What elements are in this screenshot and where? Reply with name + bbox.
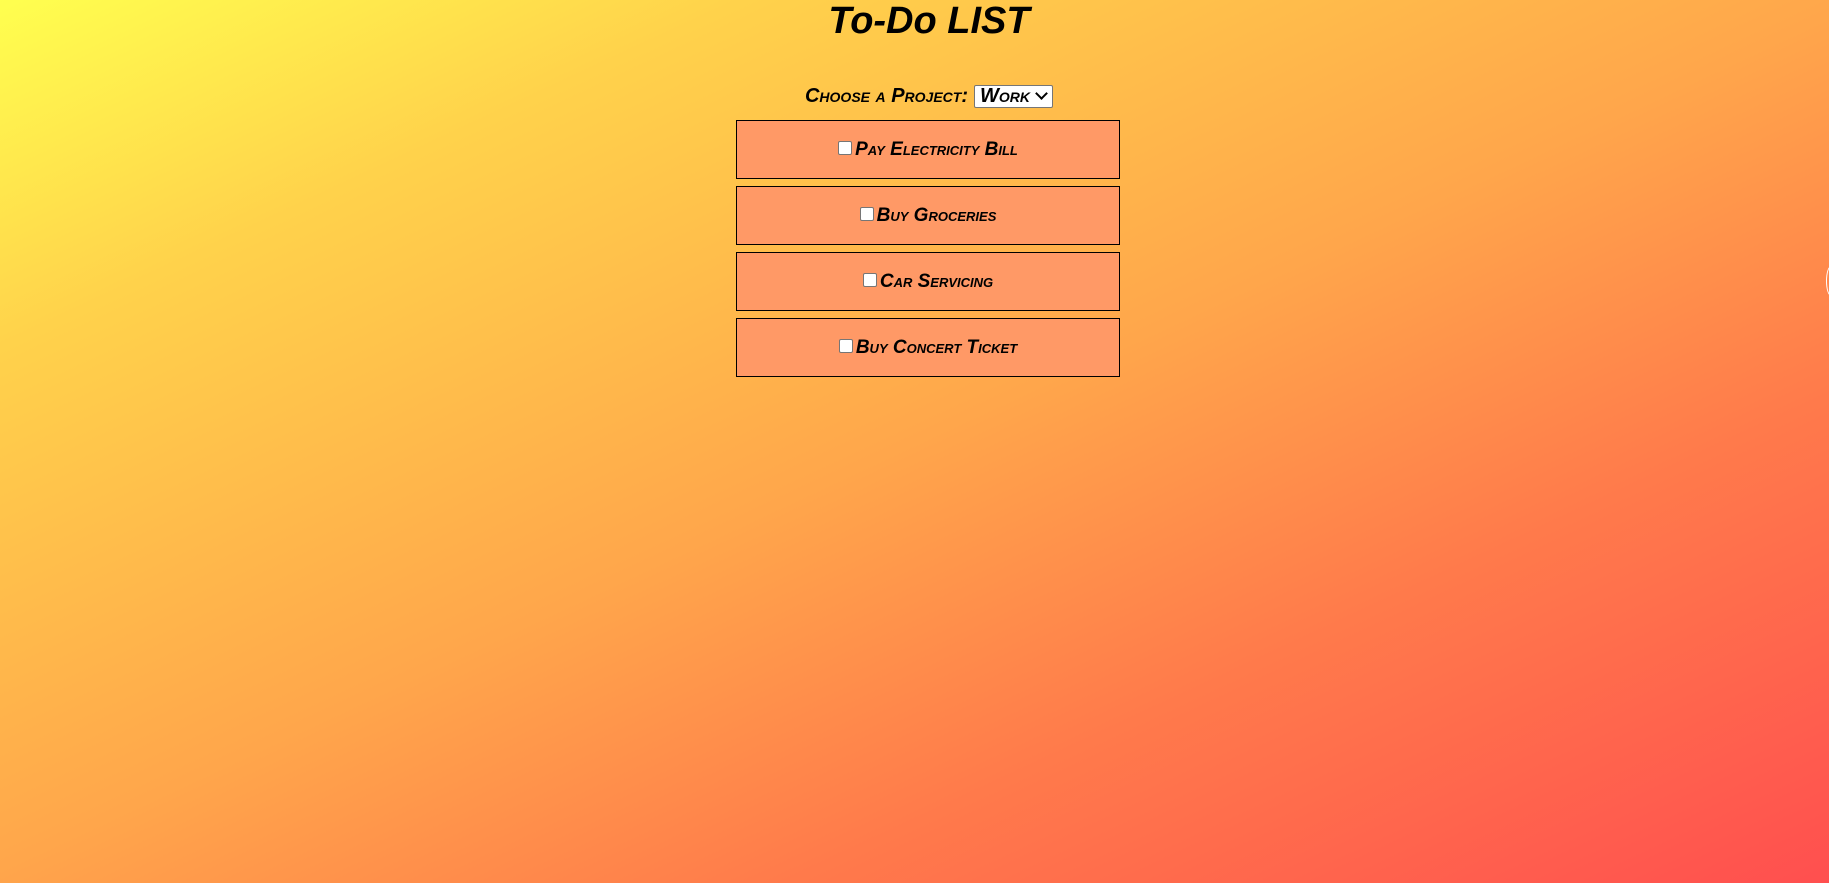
task-checkbox[interactable] bbox=[859, 206, 874, 221]
task-list: Pay Electricity Bill Buy Groceries Car S… bbox=[736, 120, 1120, 384]
project-label: Choose a Project: bbox=[804, 84, 969, 107]
task-label: Buy Groceries bbox=[876, 204, 997, 226]
task-label: Buy Concert Ticket bbox=[855, 336, 1018, 358]
task-item-buy-concert-ticket[interactable]: Buy Concert Ticket bbox=[736, 318, 1120, 377]
task-checkbox[interactable] bbox=[862, 272, 877, 287]
task-item-car-servicing[interactable]: Car Servicing bbox=[736, 252, 1120, 311]
page-background: To-Do LIST Choose a Project: Work Pay El… bbox=[0, 0, 1829, 883]
task-checkbox[interactable] bbox=[838, 338, 853, 353]
project-chooser: Choose a Project: Work bbox=[0, 83, 1829, 109]
task-label: Car Servicing bbox=[879, 270, 994, 292]
chevron-down-icon bbox=[1035, 87, 1048, 100]
page-title: To-Do LIST bbox=[828, 0, 1030, 42]
project-select[interactable]: Work bbox=[974, 84, 1054, 108]
project-select-value: Work bbox=[980, 84, 1031, 107]
task-item-buy-groceries[interactable]: Buy Groceries bbox=[736, 186, 1120, 245]
task-label: Pay Electricity Bill bbox=[855, 138, 1018, 160]
task-checkbox[interactable] bbox=[838, 140, 853, 155]
task-item-pay-electricity-bill[interactable]: Pay Electricity Bill bbox=[736, 120, 1120, 179]
